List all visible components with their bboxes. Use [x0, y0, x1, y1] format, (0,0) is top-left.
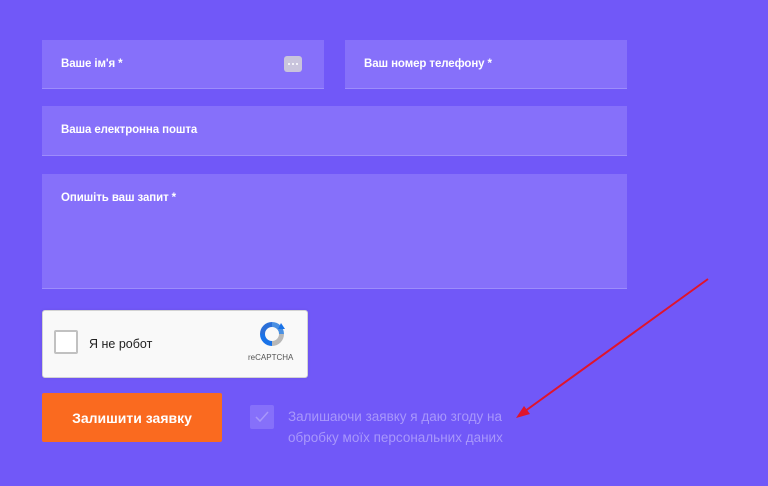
- recaptcha-logo-icon: [260, 322, 285, 346]
- name-field[interactable]: Ваше ім'я *: [42, 40, 324, 89]
- submit-button[interactable]: Залишити заявку: [42, 393, 222, 442]
- name-label: Ваше ім'я *: [61, 58, 123, 70]
- email-label: Ваша електронна пошта: [61, 124, 198, 136]
- recaptcha-brand: reCAPTCHA: [248, 353, 294, 362]
- phone-label: Ваш номер телефону *: [364, 58, 492, 70]
- recaptcha-widget: Я не робот reCAPTCHA: [42, 310, 308, 378]
- message-field[interactable]: Опишіть ваш запит *: [42, 174, 627, 289]
- email-field[interactable]: Ваша електронна пошта: [42, 106, 627, 156]
- recaptcha-label: Я не робот: [89, 337, 153, 351]
- checkmark-icon: [255, 411, 269, 423]
- consent-checkbox[interactable]: [250, 405, 274, 429]
- message-label: Опишіть ваш запит *: [61, 192, 177, 204]
- consent-text: Залишаючи заявку я даю згоду на обробку …: [288, 409, 503, 445]
- phone-field[interactable]: Ваш номер телефону *: [345, 40, 627, 89]
- recaptcha-checkbox[interactable]: [54, 330, 78, 354]
- password-manager-icon[interactable]: [284, 56, 302, 72]
